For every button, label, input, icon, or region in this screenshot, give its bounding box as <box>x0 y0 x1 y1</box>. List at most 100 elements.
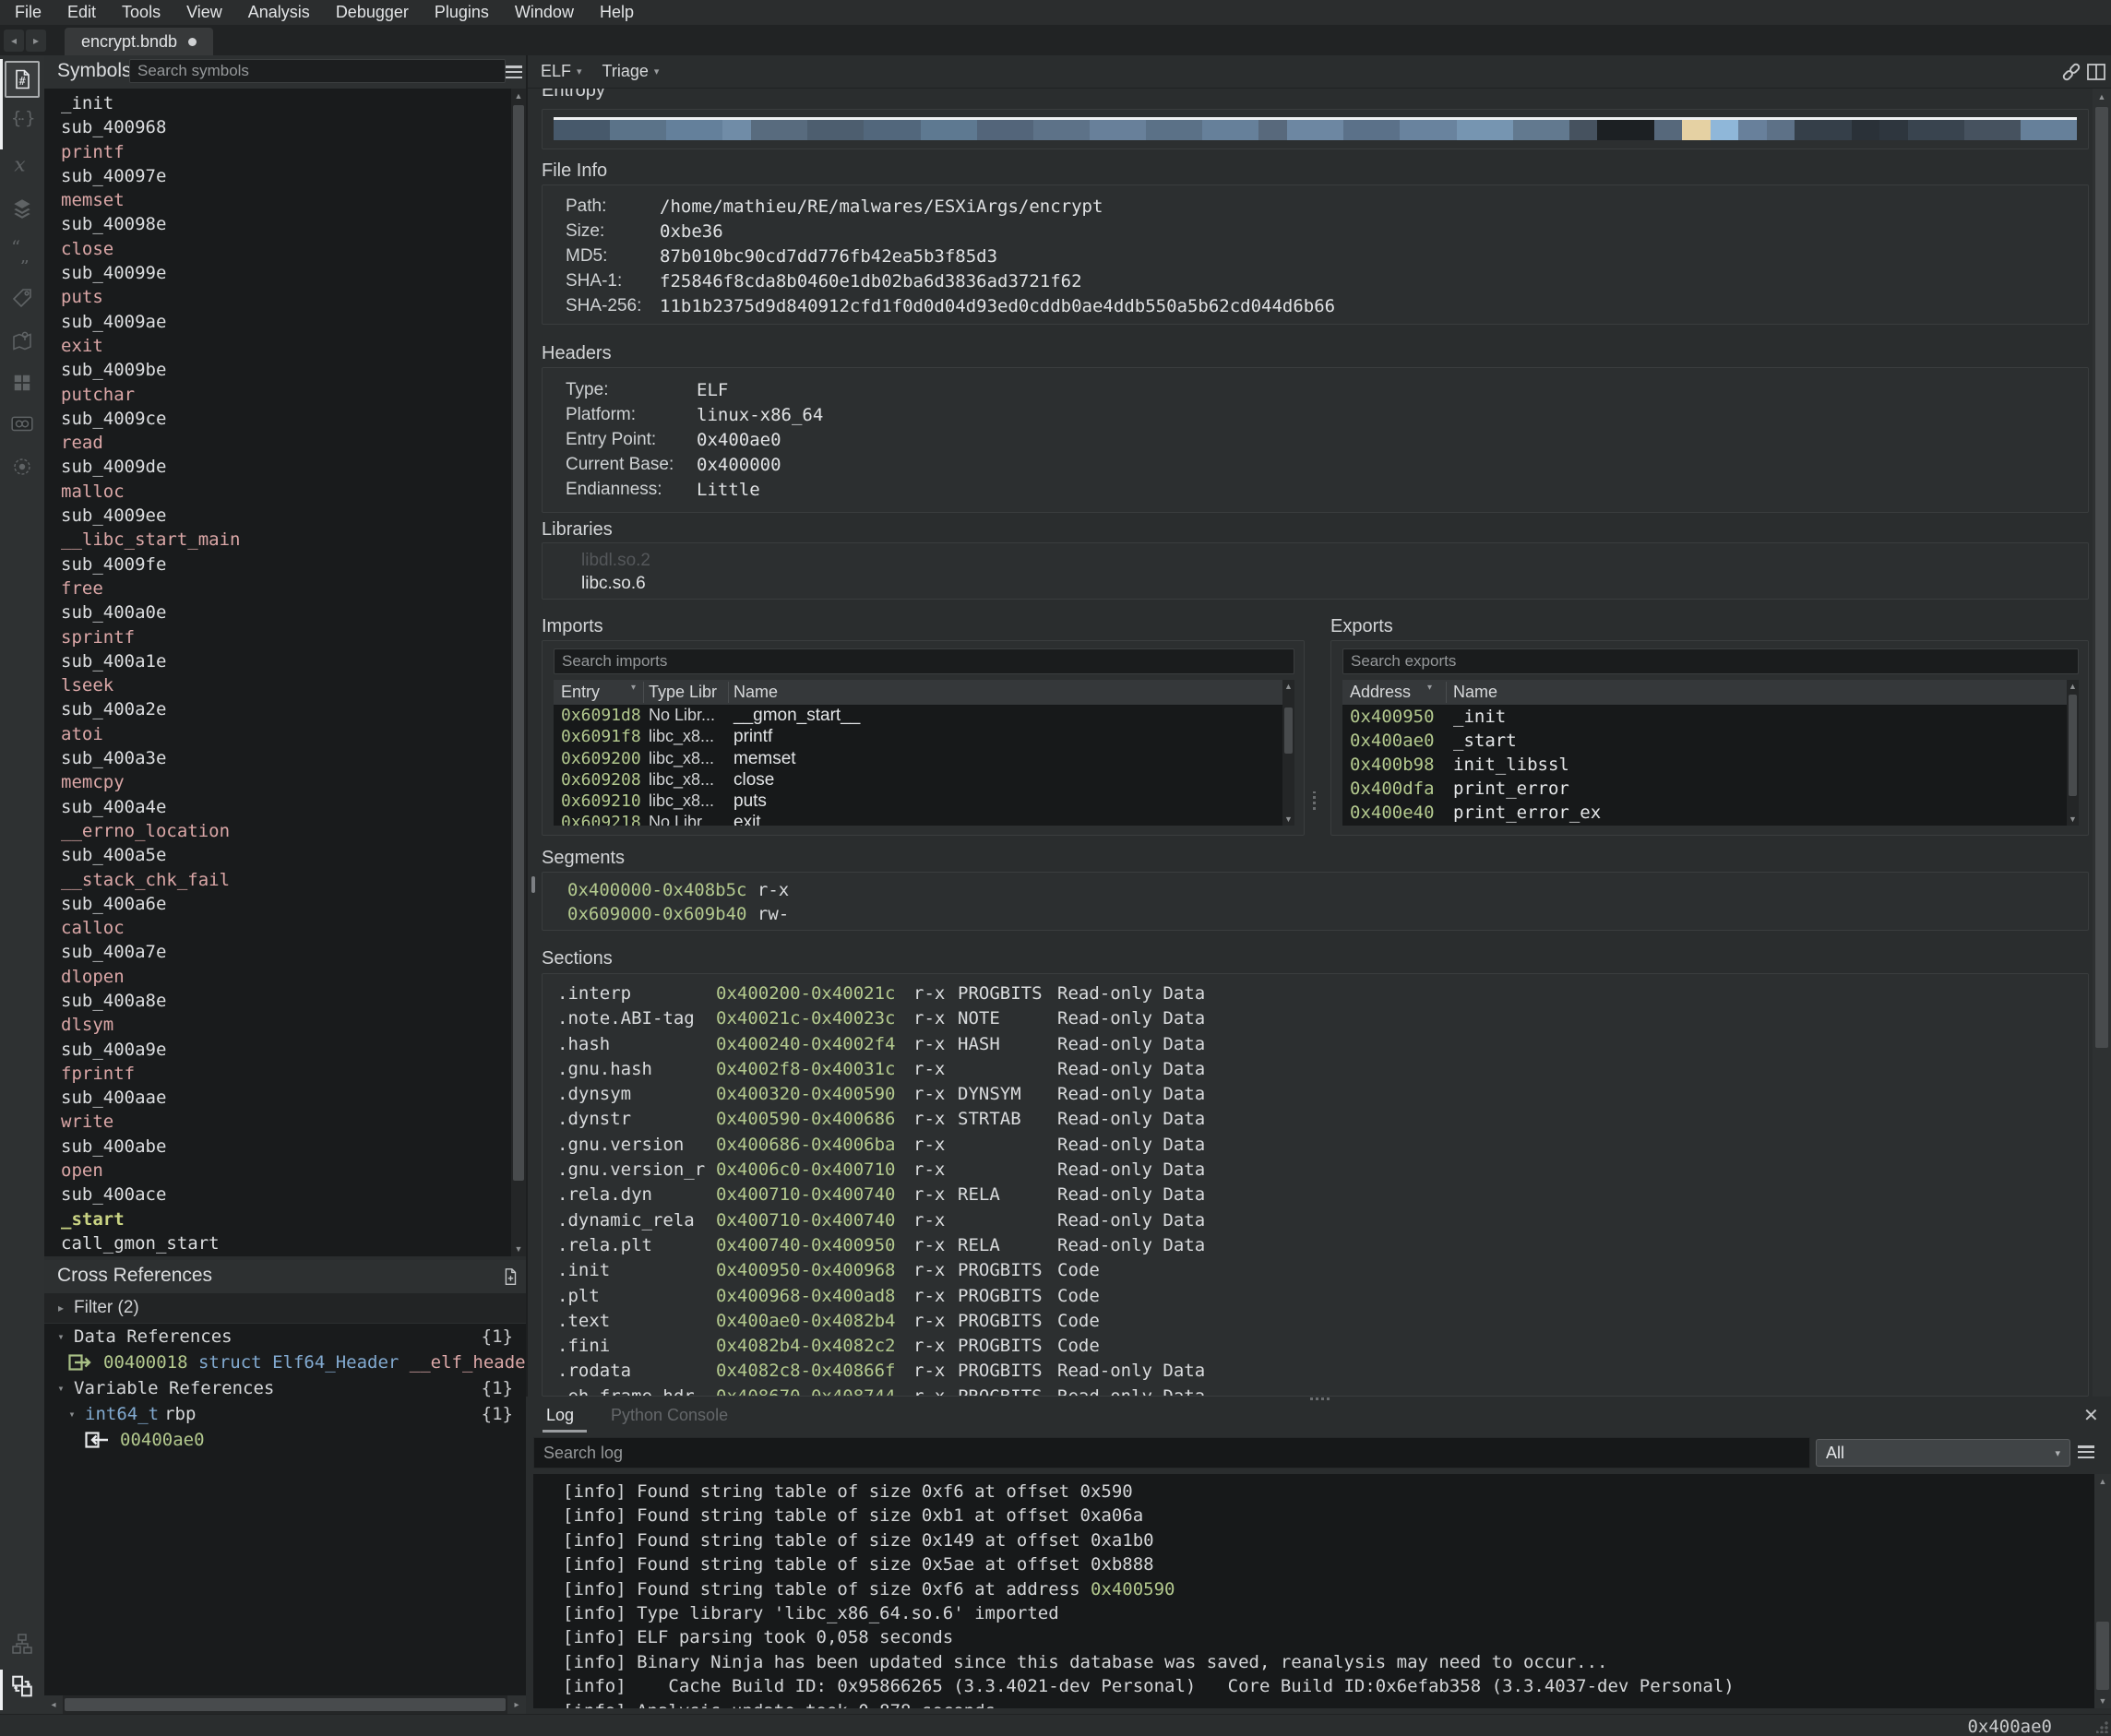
entropy-bar[interactable] <box>554 117 2077 140</box>
scrollbar-thumb[interactable] <box>2096 1622 2109 1690</box>
section-row[interactable]: .dynstr0x400590-0x400686r-xSTRTABRead-on… <box>543 1107 2088 1132</box>
column-divider[interactable] <box>643 682 644 703</box>
menu-item-debugger[interactable]: Debugger <box>323 0 422 25</box>
symbol-row[interactable]: sub_4009ce <box>44 407 511 431</box>
resize-grip[interactable] <box>2096 1720 2109 1733</box>
section-row[interactable]: .dynsym0x400320-0x400590r-xDYNSYMRead-on… <box>543 1082 2088 1107</box>
scroll-right-icon[interactable]: ▸ <box>507 1695 526 1714</box>
symbol-row[interactable]: sub_400a8e <box>44 989 511 1013</box>
symbols-scrollbar[interactable]: ▲ ▼ <box>511 89 526 1256</box>
symbol-row[interactable]: sub_4009de <box>44 455 511 479</box>
main-scrollbar[interactable]: ▲ <box>2093 89 2111 1400</box>
scroll-up-icon[interactable]: ▲ <box>1282 682 1294 691</box>
symbol-row[interactable]: exit <box>44 334 511 358</box>
chevron-down-icon[interactable]: ▾ <box>65 1408 79 1421</box>
import-row[interactable]: 0x6091d8No Libr...__gmon_start__ <box>554 705 1294 726</box>
imports-exports-splitter[interactable] <box>1313 791 1316 810</box>
column-name[interactable]: Name <box>1453 683 1497 702</box>
scroll-down-icon[interactable]: ▼ <box>511 1244 526 1254</box>
symbol-row[interactable]: _init <box>44 91 511 115</box>
export-row[interactable]: 0x400950_init <box>1342 705 2079 729</box>
import-row[interactable]: 0x609200libc_x8...memset <box>554 748 1294 769</box>
export-row[interactable]: 0x400e40print_error_ex <box>1342 801 2079 825</box>
close-icon[interactable]: ✕ <box>2083 1404 2099 1427</box>
menu-item-edit[interactable]: Edit <box>54 0 109 25</box>
export-row[interactable]: 0x400ae0_start <box>1342 729 2079 753</box>
section-row[interactable]: .fini0x4082b4-0x4082c2r-xPROGBITSCode <box>543 1334 2088 1359</box>
column-name[interactable]: Name <box>733 683 778 702</box>
chevron-down-icon[interactable]: ▾ <box>54 1330 68 1343</box>
symbol-row[interactable]: sub_40097e <box>44 164 511 188</box>
section-row[interactable]: .note.ABI-tag0x40021c-0x40023cr-xNOTERea… <box>543 1006 2088 1031</box>
compass-icon[interactable] <box>7 452 37 482</box>
menu-item-file[interactable]: File <box>2 0 54 25</box>
symbol-row[interactable]: atoi <box>44 722 511 746</box>
section-row[interactable]: .gnu.version_r0x4006c0-0x400710r-xRead-o… <box>543 1158 2088 1183</box>
section-row[interactable]: .hash0x400240-0x4002f4r-xHASHRead-only D… <box>543 1032 2088 1057</box>
log-menu-icon[interactable] <box>2078 1445 2094 1458</box>
symbol-row[interactable]: sub_400a7e <box>44 940 511 964</box>
symbol-row[interactable]: sub_400a1e <box>44 649 511 673</box>
menu-item-window[interactable]: Window <box>502 0 587 25</box>
symbol-row[interactable]: sub_400a2e <box>44 697 511 721</box>
xref-variable-row[interactable]: ▾ int64_t rbp {1} <box>44 1401 526 1427</box>
log-filter-dropdown[interactable]: All ▾ <box>1816 1439 2070 1467</box>
export-row[interactable]: 0x400b98init_libssl <box>1342 753 2079 777</box>
symbol-row[interactable]: sub_400a3e <box>44 746 511 770</box>
import-row[interactable]: 0x6091f8libc_x8...printf <box>554 726 1294 747</box>
section-row[interactable]: .gnu.version0x400686-0x4006bar-xRead-onl… <box>543 1133 2088 1158</box>
symbol-row[interactable]: free <box>44 577 511 600</box>
library-item[interactable]: libc.so.6 <box>543 572 2088 595</box>
nav-forward-button[interactable]: ▸ <box>26 30 46 52</box>
symbol-row[interactable]: putchar <box>44 383 511 407</box>
imports-search-input[interactable] <box>554 648 1294 674</box>
column-address[interactable]: Address <box>1350 683 1411 702</box>
symbol-row[interactable]: read <box>44 431 511 455</box>
symbol-row[interactable]: _start <box>44 1207 511 1231</box>
symbol-row[interactable]: __errno_location <box>44 819 511 843</box>
symbols-icon[interactable]: # <box>5 61 40 98</box>
symbol-row[interactable]: sub_400a0e <box>44 600 511 624</box>
log-search-input[interactable] <box>533 1437 1810 1468</box>
xref-variable-entry[interactable]: 00400ae0 <box>44 1427 526 1453</box>
scroll-down-icon[interactable]: ▼ <box>2094 1696 2111 1706</box>
section-row[interactable]: .dynamic_rela0x400710-0x400740r-xRead-on… <box>543 1208 2088 1233</box>
symbol-row[interactable]: sub_4009be <box>44 358 511 382</box>
menu-item-view[interactable]: View <box>173 0 235 25</box>
nav-back-button[interactable]: ◂ <box>4 30 24 52</box>
section-row[interactable]: .rela.dyn0x400710-0x400740r-xRELARead-on… <box>543 1183 2088 1207</box>
log-splitter-handle[interactable] <box>1310 1397 1332 1400</box>
export-row[interactable]: 0x400dfaprint_error <box>1342 777 2079 801</box>
scrollbar-thumb[interactable] <box>513 105 524 1181</box>
column-entry[interactable]: Entry <box>561 683 600 702</box>
new-pane-icon[interactable] <box>500 1266 520 1288</box>
scroll-left-icon[interactable]: ◂ <box>44 1695 63 1714</box>
symbol-row[interactable]: sub_400968 <box>44 115 511 139</box>
import-row[interactable]: 0x609208libc_x8...close <box>554 769 1294 791</box>
import-row[interactable]: 0x609218No Libr...exit <box>554 812 1294 826</box>
column-divider[interactable] <box>1446 682 1447 703</box>
symbol-row[interactable]: calloc <box>44 916 511 940</box>
symbol-row[interactable]: call_gmon_start <box>44 1231 511 1255</box>
menu-item-analysis[interactable]: Analysis <box>235 0 323 25</box>
memory-map-icon[interactable] <box>7 326 37 355</box>
chevron-right-icon[interactable]: ▸ <box>54 1302 68 1314</box>
scrollbar-thumb[interactable] <box>2095 107 2108 1048</box>
tab-encrypt-bndb[interactable]: encrypt.bndb <box>65 28 213 55</box>
symbol-row[interactable]: dlopen <box>44 965 511 989</box>
xrefs-group-data[interactable]: ▾ Data References {1} <box>44 1324 526 1350</box>
symbol-row[interactable]: sub_400aae <box>44 1086 511 1110</box>
strings-icon[interactable]: “„ <box>7 237 37 267</box>
segment-row[interactable]: 0x609000-0x609b40 rw- <box>543 902 2088 926</box>
symbol-row[interactable]: sprintf <box>44 625 511 649</box>
symbol-row[interactable]: sub_400abe <box>44 1135 511 1159</box>
symbol-row[interactable]: sub_400ace <box>44 1183 511 1207</box>
scroll-up-icon[interactable]: ▲ <box>511 91 526 101</box>
sync-xrefs-icon[interactable] <box>7 1671 37 1701</box>
symbol-row[interactable]: __stack_chk_fail <box>44 868 511 892</box>
symbol-row[interactable]: write <box>44 1110 511 1134</box>
imports-table-header[interactable]: Entry ▾ Type Libr Name <box>554 680 1294 706</box>
symbols-search-input[interactable] <box>129 59 506 83</box>
symbol-row[interactable]: sub_40098e <box>44 212 511 236</box>
tab-python-console[interactable]: Python Console <box>611 1406 728 1425</box>
